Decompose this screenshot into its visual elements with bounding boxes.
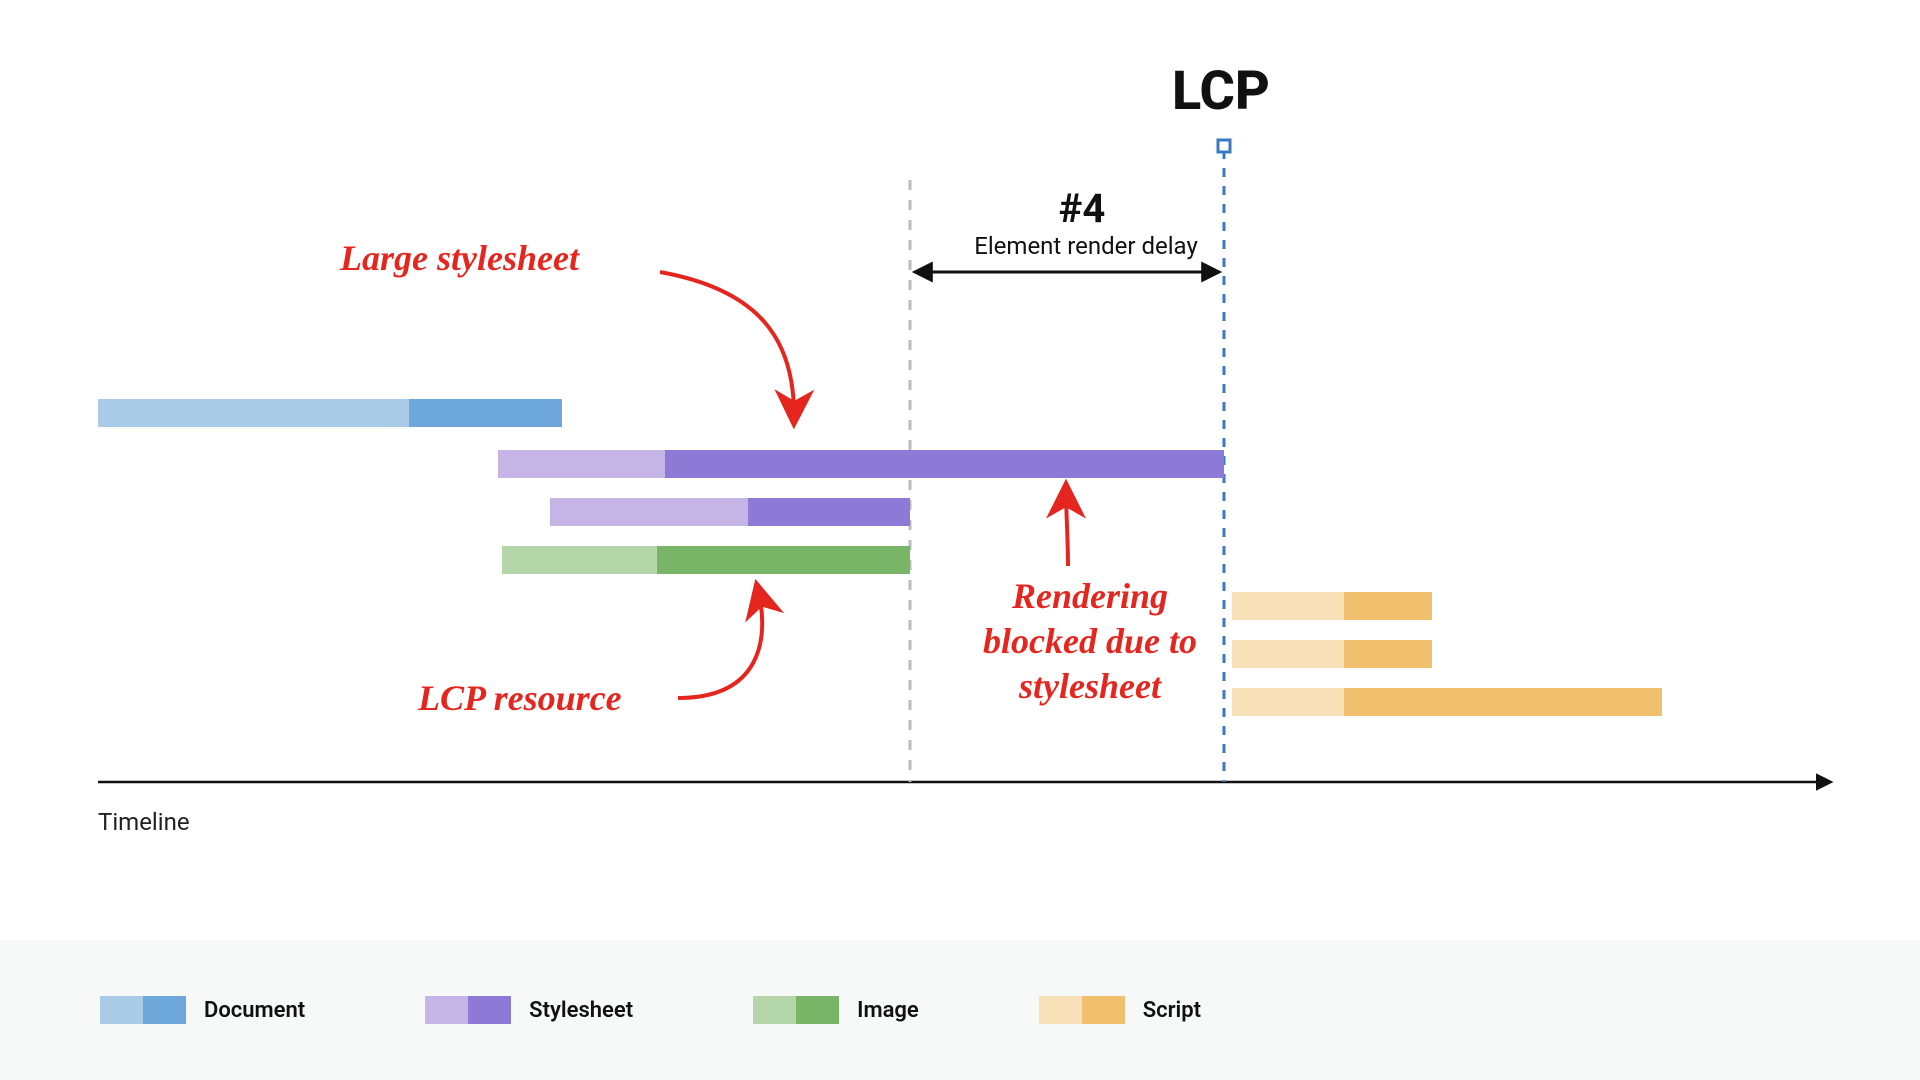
bar-document (98, 399, 562, 427)
swatch-document (100, 996, 186, 1024)
legend-item-stylesheet: Stylesheet (425, 996, 633, 1024)
legend: Document Stylesheet Image Script (0, 940, 1920, 1080)
legend-item-document: Document (100, 996, 305, 1024)
annotation-render-blocked: Rendering blocked due to stylesheet (960, 574, 1220, 709)
legend-label-document: Document (204, 998, 305, 1023)
diagram-svg (0, 0, 1920, 1080)
swatch-script (1039, 996, 1125, 1024)
legend-label-image: Image (857, 998, 919, 1023)
lcp-marker-label: LCP (1172, 60, 1270, 123)
legend-item-image: Image (753, 996, 919, 1024)
bar-script-3 (1232, 688, 1662, 716)
annotation-large-stylesheet: Large stylesheet (340, 236, 579, 281)
diagram-stage: LCP #4 Element render delay Large styles… (0, 0, 1920, 1080)
axis-label: Timeline (98, 808, 190, 836)
bar-script-1 (1232, 592, 1432, 620)
phase-subtitle: Element render delay (936, 232, 1236, 260)
legend-label-stylesheet: Stylesheet (529, 998, 633, 1023)
bar-image-lcp (502, 546, 910, 574)
annotation-lcp-resource: LCP resource (418, 676, 622, 721)
legend-label-script: Script (1143, 998, 1201, 1023)
bar-script-2 (1232, 640, 1432, 668)
bar-stylesheet-small (550, 498, 910, 526)
legend-item-script: Script (1039, 996, 1201, 1024)
phase-number: #4 (1012, 185, 1152, 232)
bar-stylesheet-large (498, 450, 1224, 478)
swatch-stylesheet (425, 996, 511, 1024)
swatch-image (753, 996, 839, 1024)
